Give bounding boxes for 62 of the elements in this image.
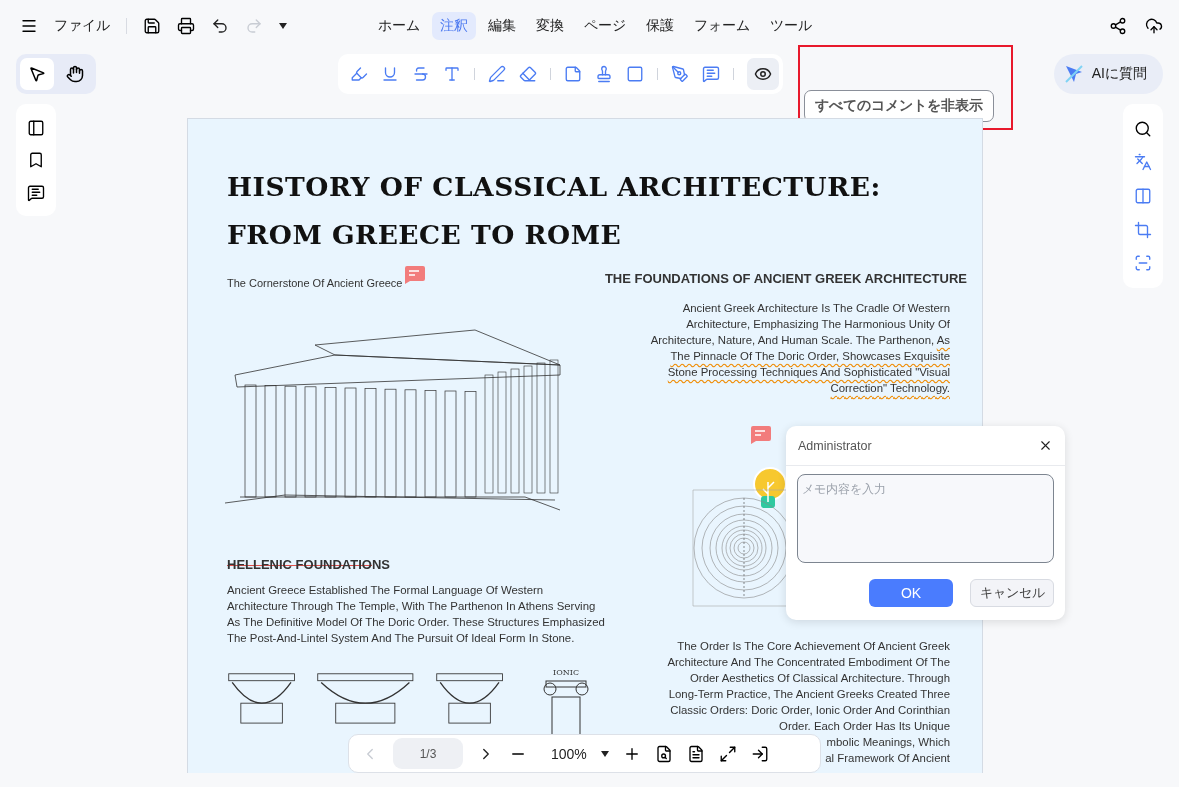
strikethrough-icon[interactable]: [412, 65, 430, 83]
print-icon[interactable]: [177, 17, 195, 35]
menu-icon[interactable]: [20, 17, 38, 35]
comment-author: Administrator: [798, 438, 872, 453]
crop-icon[interactable]: [1134, 220, 1152, 239]
pointer-icon: [28, 65, 46, 83]
stamp-icon[interactable]: [595, 65, 613, 83]
close-icon[interactable]: [1038, 438, 1053, 453]
panel-icon[interactable]: [27, 118, 45, 137]
menu-tab[interactable]: ページ: [576, 12, 634, 40]
section-heading: THE FOUNDATIONS OF ANCIENT GREEK ARCHITECTURE: [604, 271, 967, 286]
paragraph: Ancient Greek Architecture Is The Cradle Of Western Architecture, Emphasizing The Harmonious Unity Of Architecture, Nature, And Human Scale. The Parthenon, As The Pinnacle Of The Doric Order, Showcases Exquisite Stone Processing Techniques And Sophisticated "Visual Correction" Technology.: [649, 301, 951, 396]
square-icon[interactable]: [626, 65, 644, 83]
comment-marker-icon[interactable]: [748, 425, 772, 445]
menu-tab[interactable]: 編集: [480, 12, 524, 40]
subtitle: The Cornerstone Of Ancient Greece: [227, 277, 403, 289]
highlighter-icon[interactable]: [350, 65, 368, 83]
hand-icon: [66, 65, 84, 83]
text-icon[interactable]: [443, 65, 461, 83]
comment-marker-icon[interactable]: [402, 265, 427, 285]
zoom-caret-icon[interactable]: [600, 750, 609, 757]
paragraph-fragment: mbolic Meanings, Which: [826, 735, 951, 750]
panel-toggle-icon[interactable]: [750, 744, 769, 763]
view-mode-icon[interactable]: [654, 744, 673, 763]
compare-icon[interactable]: [1134, 186, 1152, 205]
ok-button[interactable]: OK: [869, 579, 953, 607]
ai-button[interactable]: AIに質問: [1053, 54, 1163, 94]
sparkle-logo-icon: [1063, 64, 1084, 84]
sticky-note-icon[interactable]: [564, 65, 582, 83]
paragraph-fragment: al Framework Of Ancient: [825, 751, 951, 766]
undo-icon[interactable]: [211, 17, 229, 35]
document-title: HISTORY OF CLASSICAL ARCHITECTURE: FROM GREECE TO ROME: [227, 170, 882, 252]
zoom-level[interactable]: 100%: [551, 745, 587, 762]
share-icon[interactable]: [1109, 17, 1127, 35]
search-icon[interactable]: [1134, 119, 1152, 138]
fit-icon[interactable]: [718, 744, 737, 763]
save-icon[interactable]: [143, 17, 161, 35]
menu-tab[interactable]: ツール: [762, 12, 820, 40]
translate-icon[interactable]: [1134, 153, 1152, 172]
bookmark-icon[interactable]: [27, 151, 45, 169]
pen-icon[interactable]: [488, 65, 506, 83]
file-menu[interactable]: ファイル: [54, 17, 110, 35]
pointer-tool-button[interactable]: [20, 58, 54, 90]
menu-tab[interactable]: 保護: [638, 12, 682, 40]
eye-icon: [754, 65, 772, 83]
menu-tab[interactable]: 変換: [528, 12, 572, 40]
dropdown-caret-icon[interactable]: [279, 23, 287, 29]
cancel-button[interactable]: キャンセル: [970, 579, 1054, 607]
menu-tab[interactable]: フォーム: [686, 12, 758, 40]
eraser-icon[interactable]: [519, 65, 537, 83]
underline-icon[interactable]: [381, 65, 399, 83]
pen-tool-icon[interactable]: [671, 65, 689, 83]
comment-icon[interactable]: [27, 183, 45, 202]
page-icon[interactable]: [686, 744, 705, 763]
paragraph: Ancient Greece Established The Formal Language Of Western Architecture Through The Temple, With The Parthenon In Athens Serving As The Definitive Model Of The Doric Order. These Structures Emphasized The Post-And-Lintel System And The Pursuit Of Ideal Form In Stone.: [227, 583, 605, 646]
cloud-upload-icon[interactable]: [1145, 17, 1163, 35]
menu-tab[interactable]: ホーム: [370, 12, 428, 40]
page-number-field[interactable]: 1/3: [393, 738, 463, 769]
hide-comments-button[interactable]: [747, 58, 779, 90]
scan-icon[interactable]: [1134, 254, 1152, 273]
menu-tab[interactable]: 注釈: [432, 12, 476, 40]
comment-input[interactable]: メモ内容を入力: [797, 474, 1054, 563]
